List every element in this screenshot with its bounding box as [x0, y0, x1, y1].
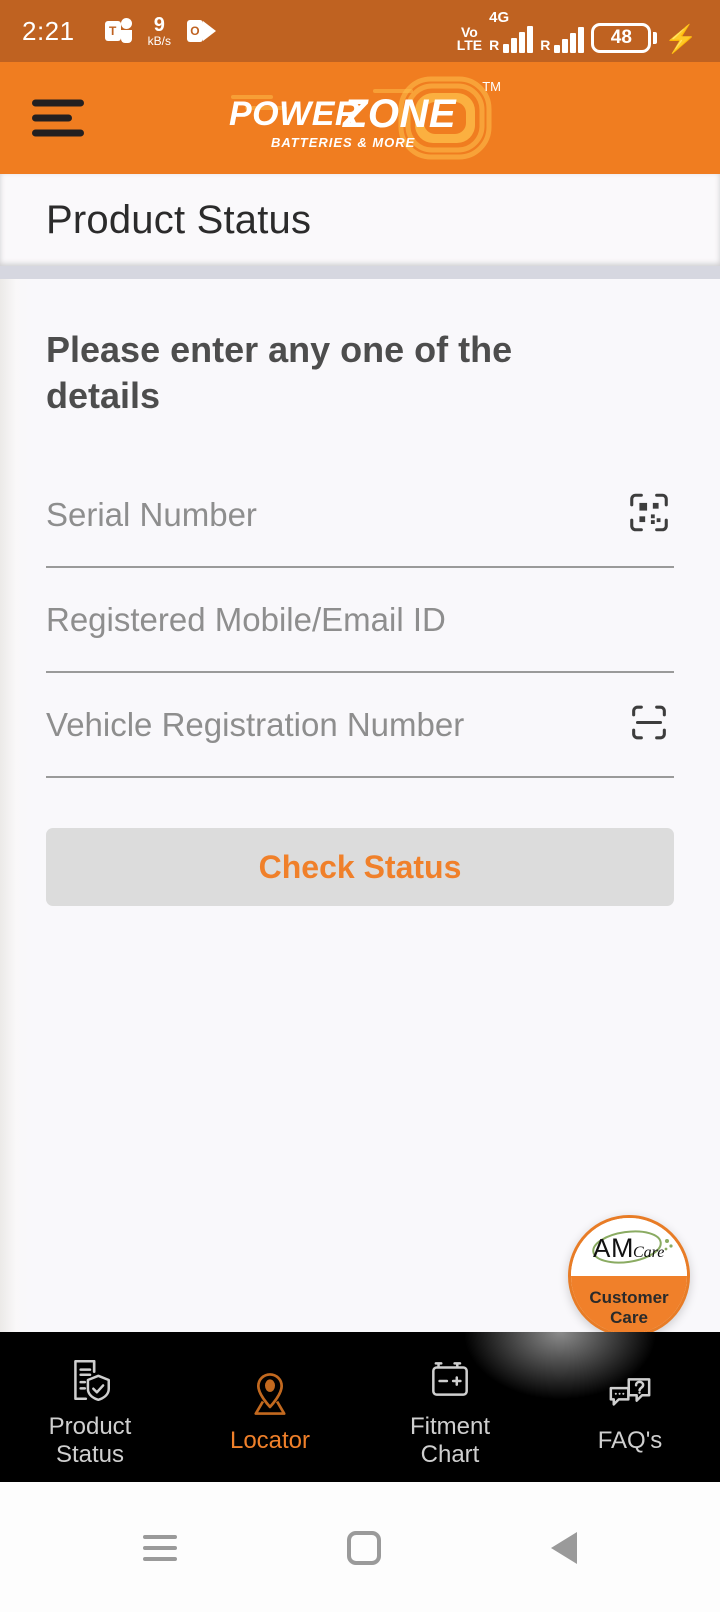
signal-bars-2: R	[540, 26, 585, 53]
registered-mobile-email-input[interactable]	[46, 600, 674, 639]
customer-care-fab[interactable]: A M Care Customer Care	[568, 1215, 690, 1337]
network-speed-unit: kB/s	[147, 34, 171, 48]
powerzone-logo: POWER ZONE BATTERIES & MORE TM	[225, 75, 501, 161]
serial-number-input[interactable]	[46, 495, 674, 534]
hamburger-menu-icon[interactable]	[32, 92, 84, 145]
amcare-logo: A M Care	[571, 1218, 687, 1276]
recents-icon[interactable]	[143, 1528, 177, 1568]
nav-label-line1: Product	[48, 1413, 132, 1441]
map-pin-icon	[245, 1365, 295, 1423]
registered-mobile-email-field[interactable]	[46, 568, 674, 674]
svg-text:BATTERIES & MORE: BATTERIES & MORE	[271, 135, 415, 150]
home-icon[interactable]	[347, 1531, 381, 1565]
customer-care-label-line1: Customer	[589, 1288, 669, 1308]
title-divider	[0, 266, 720, 279]
qr-code-scan-icon[interactable]	[626, 489, 672, 540]
customer-care-label: Customer Care	[571, 1276, 687, 1334]
nav-label-line1: Locator	[229, 1427, 311, 1455]
status-bar-notification-icons: T 9 kB/s O	[104, 15, 216, 47]
outlook-icon: O	[186, 19, 216, 43]
nav-item-faqs[interactable]: FAQ's	[540, 1332, 720, 1482]
text-scan-icon[interactable]	[626, 699, 672, 750]
vehicle-registration-input[interactable]	[46, 705, 674, 744]
battery-level: 48	[591, 22, 652, 53]
page-title: Product Status	[46, 197, 312, 242]
nav-item-fitment-chart[interactable]: Fitment Chart	[360, 1332, 540, 1482]
product-status-form: Please enter any one of the details Seri…	[0, 279, 720, 907]
roaming-label-2: R	[540, 36, 551, 53]
nav-item-locator[interactable]: Locator	[180, 1332, 360, 1482]
volte-line-2: LTE	[456, 37, 483, 54]
svg-text:Care: Care	[633, 1244, 664, 1261]
form-heading: Please enter any one of the details	[46, 329, 513, 417]
nav-label-line1: FAQ's	[597, 1427, 663, 1455]
network-speed-indicator: 9 kB/s	[148, 15, 171, 47]
chat-question-icon	[605, 1365, 655, 1423]
battery-icon	[425, 1351, 475, 1409]
trademark-symbol: TM	[482, 79, 501, 94]
amcare-logo-graphic: A M Care	[592, 1230, 673, 1264]
vehicle-registration-field[interactable]	[46, 673, 674, 779]
serial-number-field[interactable]	[46, 463, 674, 569]
document-shield-check-icon	[65, 1351, 115, 1409]
main-content: Please enter any one of the details Seri…	[0, 279, 720, 1337]
status-bar-system-icons: Vo LTE 4G R R 48 ⚡	[457, 10, 698, 53]
battery-indicator: 48	[591, 22, 658, 53]
nav-item-product-status[interactable]: Product Status	[0, 1332, 180, 1482]
bottom-navigation-bar: Product Status Locator Fitment Chart FAQ…	[0, 1332, 720, 1482]
charging-bolt-icon: ⚡	[664, 23, 698, 54]
nav-label-line1: Fitment	[409, 1413, 490, 1441]
svg-text:A: A	[593, 1233, 611, 1263]
svg-text:ZONE: ZONE	[342, 92, 457, 136]
roaming-label-1: R	[489, 36, 500, 53]
svg-text:POWER: POWER	[229, 95, 360, 133]
check-status-button[interactable]: Check Status	[46, 828, 674, 907]
teams-icon: T	[104, 17, 132, 45]
android-navigation-bar	[0, 1482, 720, 1612]
status-bar-clock: 2:21	[22, 15, 75, 46]
volte-icon: Vo LTE	[456, 25, 483, 54]
customer-care-label-line2: Care	[610, 1308, 648, 1327]
nav-label-line2: Status	[55, 1441, 125, 1468]
signal-bars-1: R	[489, 25, 534, 53]
logo-graphic: POWER ZONE BATTERIES & MORE	[229, 76, 492, 160]
app-header: POWER ZONE BATTERIES & MORE TM	[0, 62, 720, 174]
svg-text:M: M	[611, 1233, 634, 1263]
network-speed-value: 9	[153, 14, 165, 36]
signal-indicator-1: 4G R	[489, 8, 534, 53]
page-title-bar: Product Status	[0, 174, 720, 266]
network-type-label: 4G	[489, 8, 510, 26]
system-status-bar: 2:21 T 9 kB/s O Vo LTE 4G R R 48 ⚡	[0, 0, 720, 62]
nav-label-line2: Chart	[420, 1441, 480, 1468]
back-icon[interactable]	[551, 1532, 577, 1564]
app-root: 2:21 T 9 kB/s O Vo LTE 4G R R 48 ⚡ POWER…	[0, 0, 720, 1612]
battery-cap	[653, 31, 658, 44]
